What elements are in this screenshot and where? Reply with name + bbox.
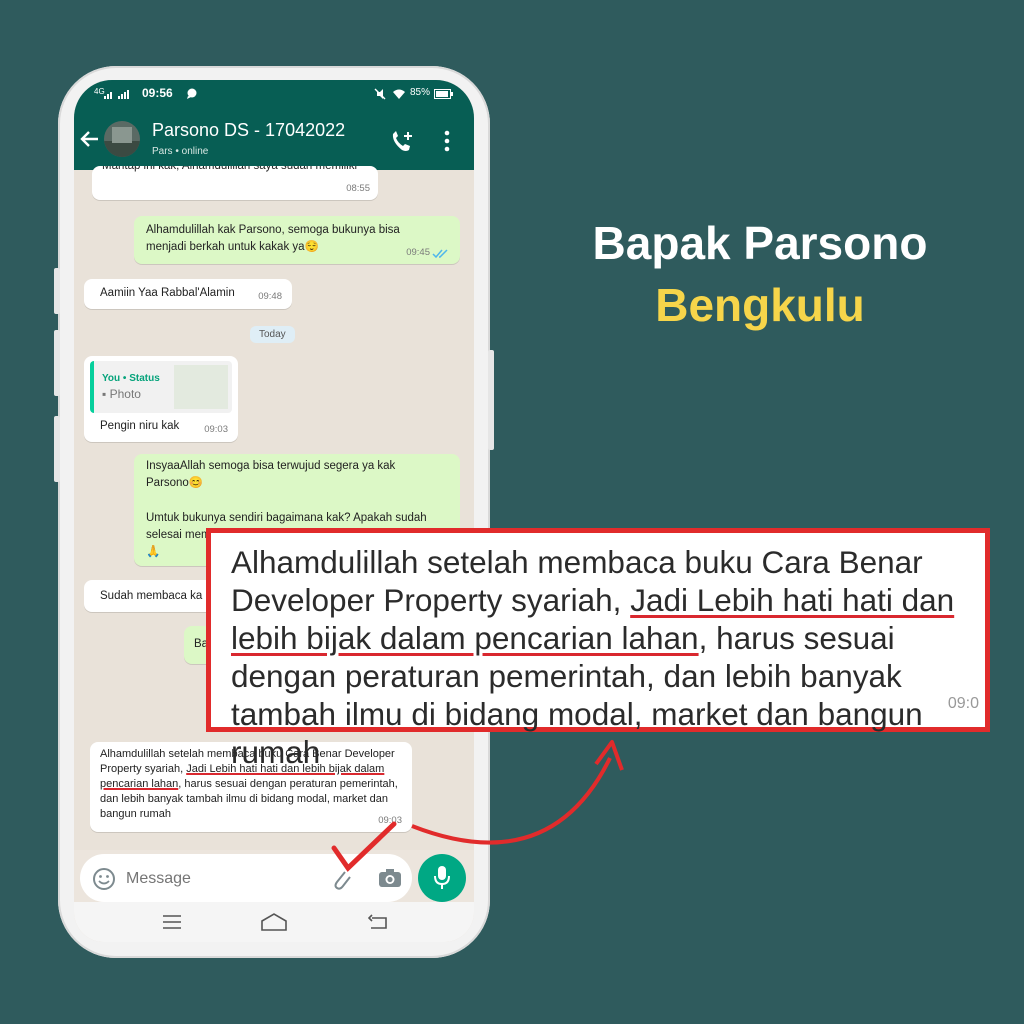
- quoted-thumbnail: [174, 365, 228, 409]
- battery-percent: 85%: [410, 87, 431, 98]
- phone-power-button: [488, 350, 494, 450]
- system-nav-bar: [74, 902, 474, 942]
- message-outgoing[interactable]: Alhamdulillah kak Parsono, semoga bukuny…: [134, 216, 460, 264]
- chat-subtitle: Pars • online: [152, 146, 208, 157]
- back-nav-icon[interactable]: [368, 914, 388, 930]
- arrow-annotation: [411, 740, 624, 845]
- chat-title[interactable]: Parsono DS - 17042022: [152, 120, 345, 141]
- message-time: 09:48: [258, 291, 282, 302]
- home-icon[interactable]: [260, 912, 288, 932]
- avatar[interactable]: [104, 121, 140, 157]
- check-mark-annotation: [331, 821, 397, 872]
- mic-button[interactable]: [418, 854, 466, 902]
- member-name: Pars: [152, 146, 173, 157]
- zoomed-message-callout: Alhamdulillah setelah membaca buku Cara …: [206, 528, 990, 770]
- message-text: Sudah membaca ka: [100, 590, 203, 602]
- chat-header: Parsono DS - 17042022 Pars • online: [74, 108, 474, 170]
- online-status: online: [181, 146, 209, 157]
- add-call-icon[interactable]: [390, 130, 416, 154]
- phone-side-button: [54, 416, 60, 482]
- zoom-time: 09:0: [947, 695, 979, 712]
- quoted-type: ▪ Photo: [102, 387, 141, 401]
- message-text: Alhamdulillah kak Parsono, semoga bukuny…: [146, 224, 400, 253]
- phone-volume-button: [54, 268, 60, 314]
- status-bar: 4G 09:56 85%: [74, 80, 474, 108]
- message-text: Aamiin Yaa Rabbal'Alamin: [100, 287, 235, 299]
- chat-notification-icon: [187, 88, 197, 99]
- quoted-author: You • Status: [102, 373, 160, 384]
- message-incoming-reply[interactable]: You • Status ▪ Photo Pengin niru kak 09:…: [84, 356, 238, 442]
- recent-apps-icon[interactable]: [162, 914, 182, 930]
- message-text-line1: InsyaaAllah semoga bisa terwujud segera …: [146, 460, 396, 489]
- photo-icon: ▪: [102, 387, 107, 401]
- more-options-icon[interactable]: [444, 130, 450, 152]
- message-input[interactable]: [124, 866, 308, 892]
- read-ticks-icon: [432, 249, 448, 259]
- clock: 09:56: [142, 86, 173, 100]
- mic-icon: [434, 866, 450, 889]
- battery-icon: [434, 89, 453, 99]
- message-incoming[interactable]: Mantap ini kak, Alhamdulillah saya sudah…: [92, 166, 378, 200]
- date-divider: Today: [250, 326, 295, 343]
- message-incoming[interactable]: Aamiin Yaa Rabbal'Alamin 09:48: [84, 279, 292, 309]
- message-time: 08:55: [346, 183, 370, 194]
- wifi-icon: [393, 89, 405, 99]
- mute-icon: [374, 88, 386, 100]
- headline-city: Bengkulu: [655, 279, 865, 331]
- message-time: 09:03: [204, 424, 228, 435]
- emoji-icon[interactable]: [92, 867, 116, 891]
- separator-dot: •: [175, 146, 179, 157]
- signal-icon: [104, 90, 129, 99]
- phone-volume-button-2: [54, 330, 60, 396]
- message-text: Mantap ini kak, Alhamdulillah saya sudah…: [102, 166, 358, 172]
- quoted-status[interactable]: You • Status ▪ Photo: [90, 361, 232, 413]
- headline-name: Bapak Parsono: [592, 217, 928, 269]
- message-emoji: 🙏: [146, 546, 161, 558]
- message-time: 09:45: [406, 247, 430, 258]
- back-arrow-icon[interactable]: [80, 130, 100, 148]
- message-text: Pengin niru kak: [100, 420, 180, 432]
